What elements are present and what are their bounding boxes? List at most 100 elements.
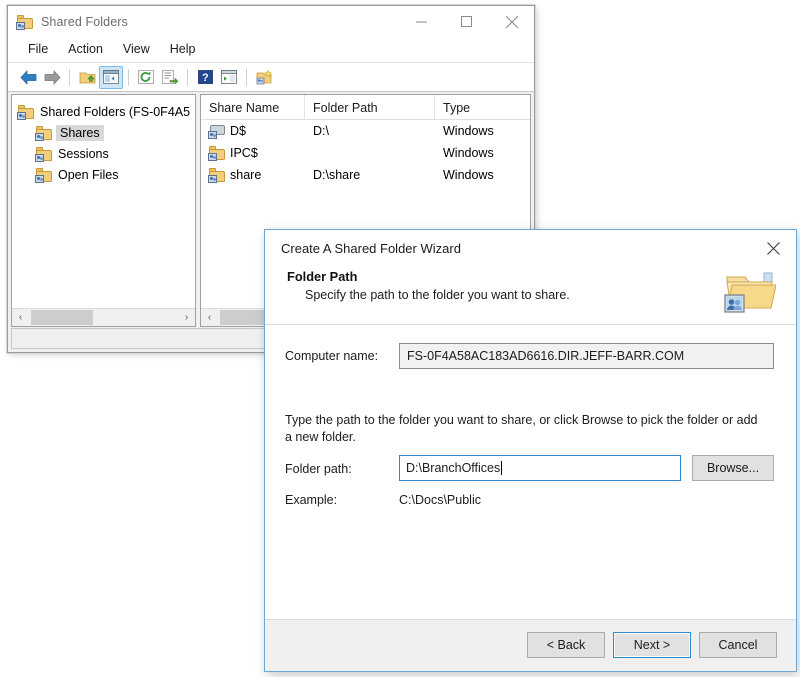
shared-folder-icon [36,168,52,182]
shared-folder-icon [209,168,225,182]
back-button[interactable] [16,66,40,89]
dialog-titlebar: Create A Shared Folder Wizard [265,230,796,267]
tree-item-sessions[interactable]: Sessions [12,143,195,164]
dialog-body: Computer name: FS-0F4A58AC183AD6616.DIR.… [265,325,796,619]
refresh-icon [138,70,154,84]
shared-folder-large-icon [724,267,776,315]
tree-item-label-open-files: Open Files [58,168,118,182]
tree-item-shares[interactable]: Shares [12,122,195,143]
cell-type: Windows [435,124,530,138]
column-header-type[interactable]: Type [435,95,530,119]
cell-type: Windows [435,146,530,160]
example-label: Example: [285,493,395,507]
example-value: C:\Docs\Public [399,493,481,507]
tree-item-open-files[interactable]: Open Files [12,164,195,185]
export-list-button[interactable] [158,66,182,89]
scroll-track[interactable] [29,309,178,326]
cell-share-name: D$ [230,124,246,138]
toolbar-separator [187,69,188,86]
window-titlebar: Shared Folders [8,6,534,37]
scroll-left-arrow[interactable]: ‹ [201,309,218,326]
cell-folder-path: D:\ [305,124,435,138]
create-shared-folder-wizard-dialog: Create A Shared Folder Wizard Folder Pat… [264,229,797,672]
toolbar-separator [69,69,70,86]
toolbar-separator [246,69,247,86]
shared-drive-icon [209,124,226,138]
dialog-title: Create A Shared Folder Wizard [281,241,461,256]
example-row: Example: C:\Docs\Public [285,493,481,507]
toolbar-separator [128,69,129,86]
table-row[interactable]: IPC$ Windows [201,142,530,164]
console-tree-icon [103,70,119,84]
column-header-label: Share Name [209,101,279,115]
window-title: Shared Folders [41,15,128,29]
back-button[interactable]: < Back [527,632,605,658]
column-header-label: Folder Path [313,101,378,115]
text-cursor [501,461,502,475]
tree-item-label-sessions: Sessions [58,147,109,161]
folder-path-row: Folder path: [285,462,395,476]
up-one-level-button[interactable] [75,66,99,89]
tree-horizontal-scrollbar[interactable]: ‹ › [12,308,195,326]
cell-share-name: share [230,168,261,182]
column-header-label: Type [443,101,470,115]
export-list-icon [162,70,178,84]
forward-button[interactable] [40,66,64,89]
dialog-close-button[interactable] [750,230,796,267]
minimize-button[interactable] [399,6,444,37]
table-row[interactable]: D$ D:\ Windows [201,120,530,142]
shared-folder-icon [209,146,225,160]
new-shared-folder-icon [256,70,273,85]
cell-type: Windows [435,168,530,182]
menu-action[interactable]: Action [59,40,112,59]
table-row[interactable]: share D:\share Windows [201,164,530,186]
instructions-text: Type the path to the folder you want to … [285,412,767,446]
shared-folder-icon [36,147,52,161]
show-hide-tree-button[interactable] [99,66,123,89]
scroll-right-arrow[interactable]: › [178,309,195,326]
column-header-share-name[interactable]: Share Name [201,95,305,119]
tree-item-shared-folders-root[interactable]: Shared Folders (FS-0F4A5 [12,101,195,122]
wizard-page-subheading: Specify the path to the folder you want … [305,288,796,302]
next-button[interactable]: Next > [613,632,691,658]
cell-folder-path: D:\share [305,168,435,182]
refresh-button[interactable] [134,66,158,89]
menu-view[interactable]: View [114,40,159,59]
cell-share-name: IPC$ [230,146,258,160]
menu-help[interactable]: Help [161,40,205,59]
shared-folder-icon [17,15,33,29]
console-window-icon [221,70,237,84]
scroll-thumb[interactable] [31,310,93,325]
dialog-footer: < Back Next > Cancel [265,619,796,671]
folder-path-input[interactable]: D:\BranchOffices [399,455,681,481]
shared-folder-icon [36,126,52,140]
cancel-button[interactable]: Cancel [699,632,777,658]
help-question-icon: ? [198,70,213,84]
new-share-button[interactable] [252,66,276,89]
scroll-left-arrow[interactable]: ‹ [12,309,29,326]
menu-file[interactable]: File [19,40,57,59]
computer-name-row: Computer name: [285,349,395,363]
show-console-button[interactable] [217,66,241,89]
maximize-button[interactable] [444,6,489,37]
tree-item-label-shares: Shares [56,125,104,141]
close-button[interactable] [489,6,534,37]
tree-root-label: Shared Folders (FS-0F4A5 [40,105,190,119]
help-button[interactable]: ? [193,66,217,89]
dialog-header: Folder Path Specify the path to the fold… [265,269,796,324]
back-arrow-icon [20,70,37,85]
computer-name-label: Computer name: [285,349,395,363]
up-folder-icon [79,70,96,85]
column-header-folder-path[interactable]: Folder Path [305,95,435,119]
browse-button[interactable]: Browse... [692,455,774,481]
folder-path-label: Folder path: [285,462,395,476]
svg-text:?: ? [202,72,209,84]
computer-name-field: FS-0F4A58AC183AD6616.DIR.JEFF-BARR.COM [399,343,774,369]
menu-bar: File Action View Help [8,37,534,63]
close-icon [767,242,780,255]
folder-path-value: D:\BranchOffices [406,461,500,475]
shared-folder-icon [18,105,34,119]
list-column-headers: Share Name Folder Path Type [201,95,530,120]
wizard-page-heading: Folder Path [287,269,796,284]
console-tree-pane: Shared Folders (FS-0F4A5 Shares Sessions [11,94,196,327]
